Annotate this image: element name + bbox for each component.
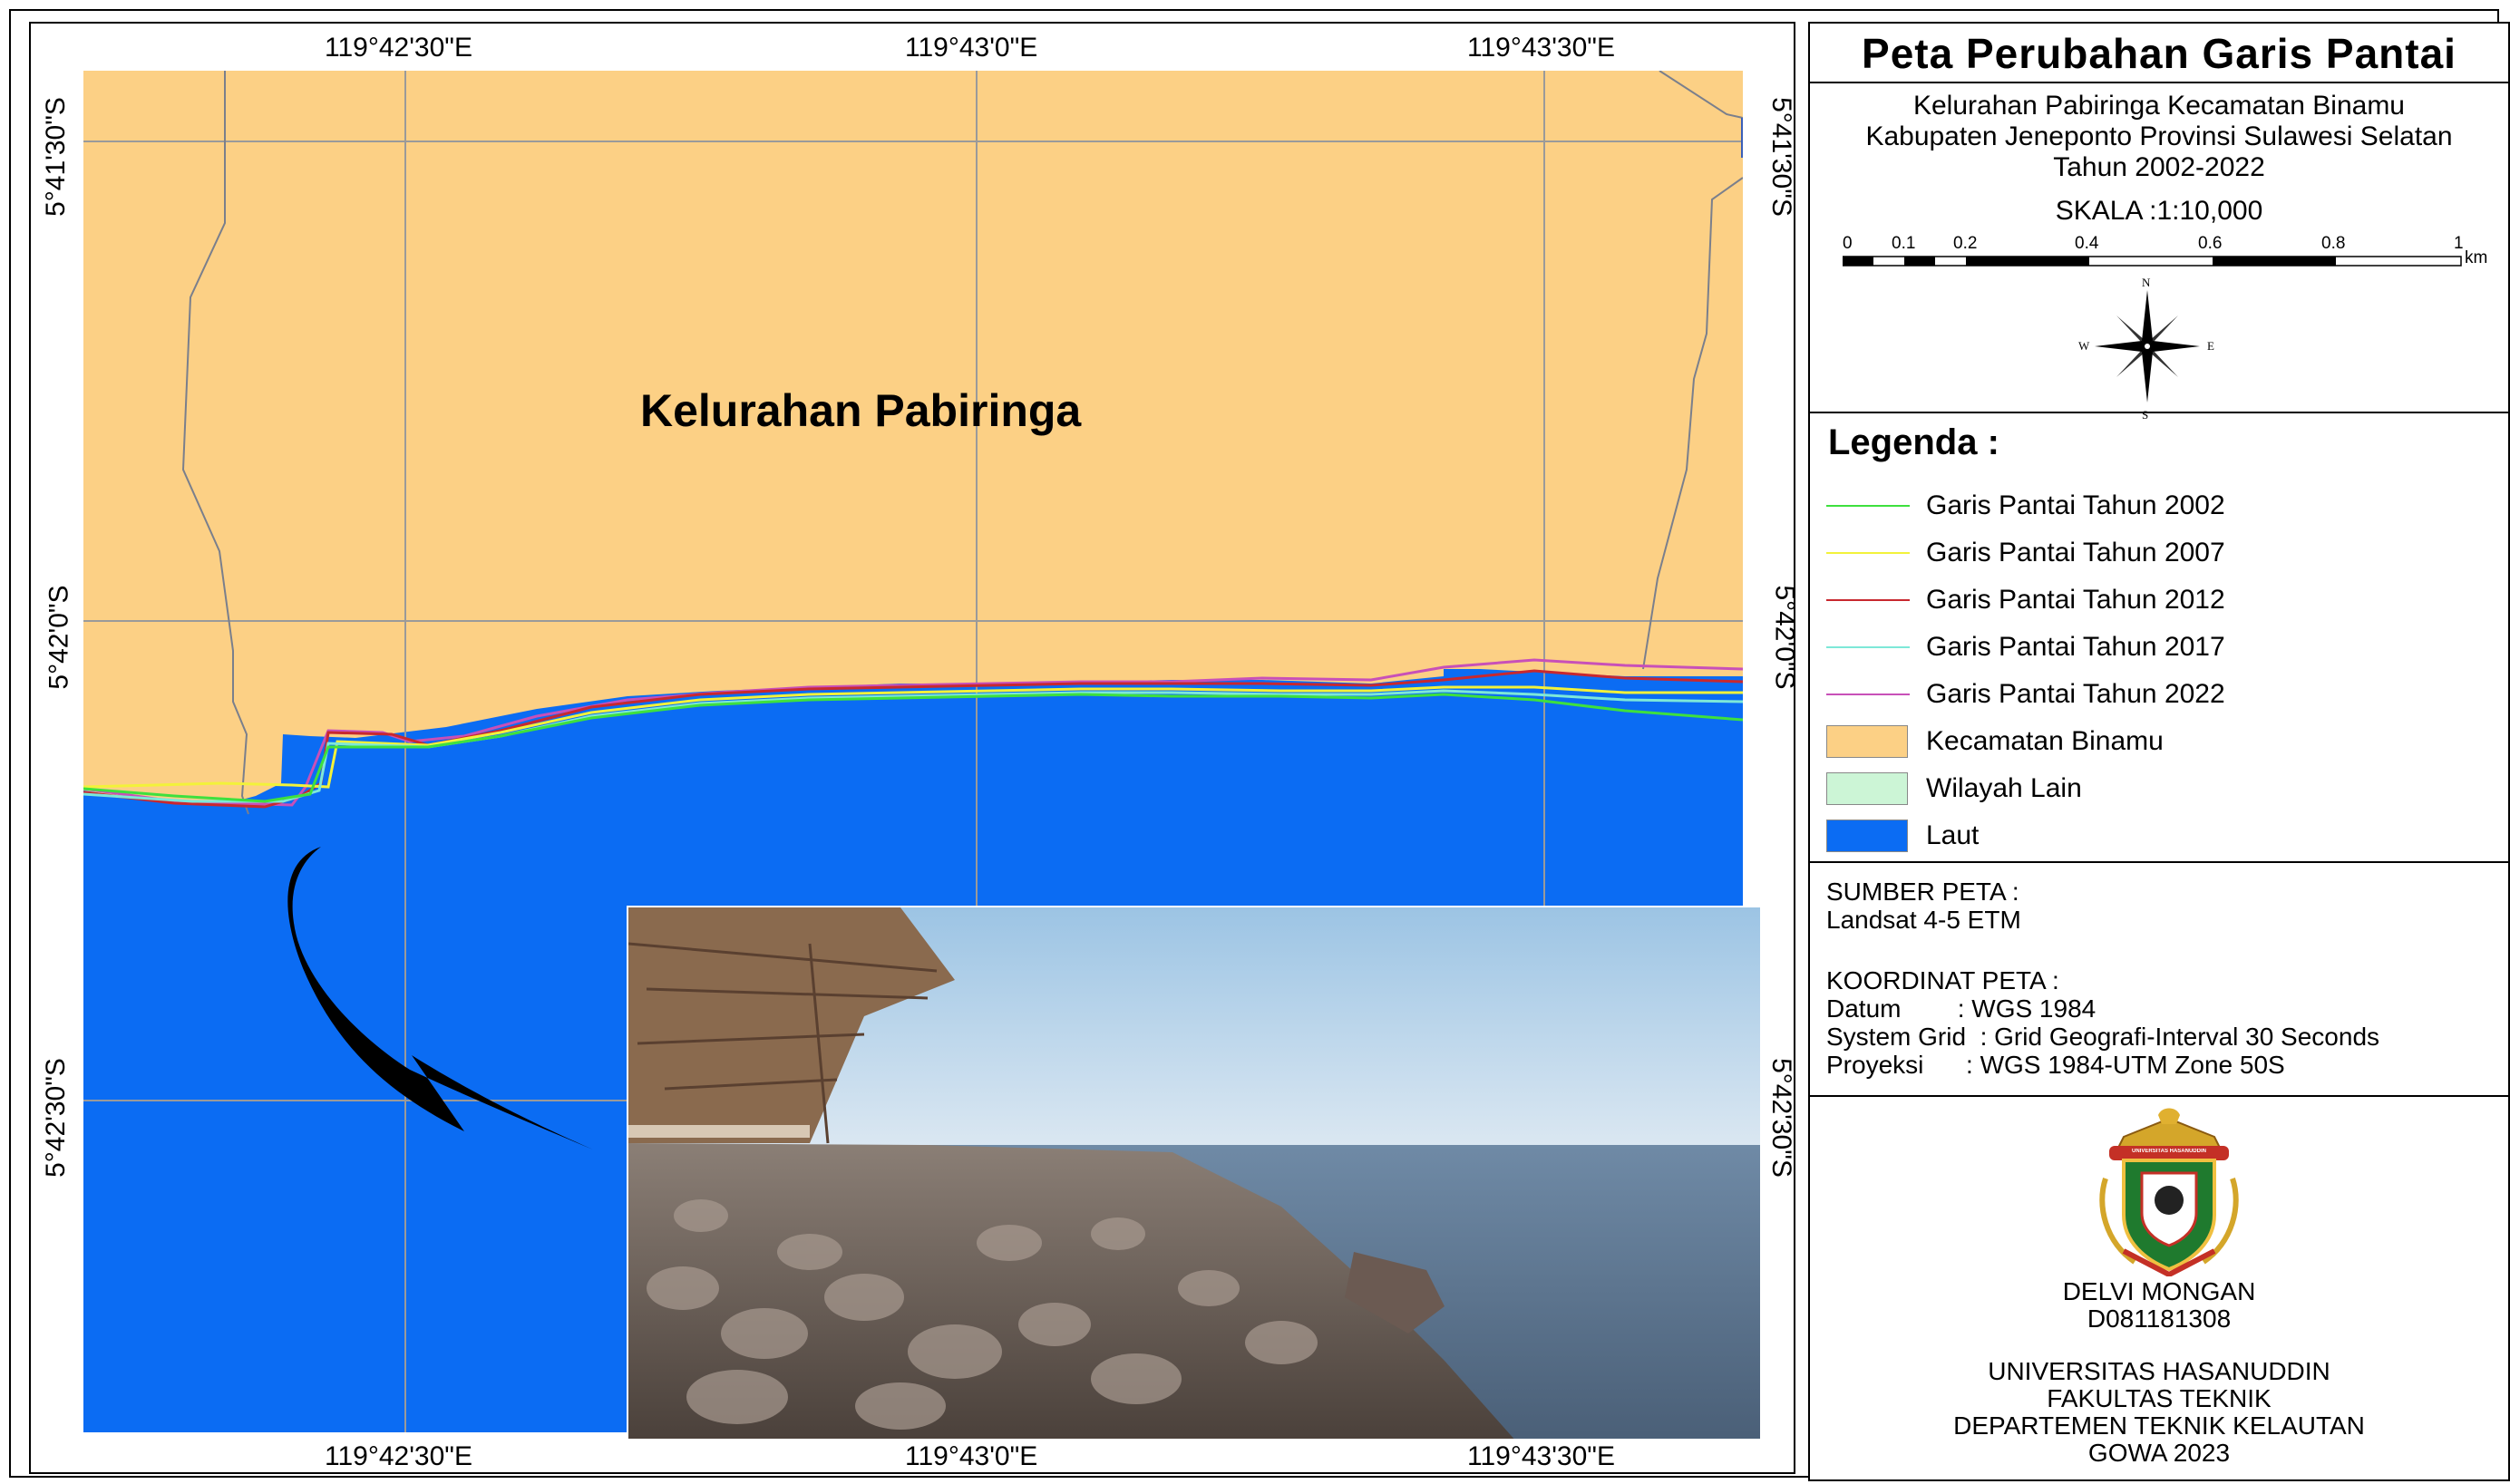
compass-e: E	[2207, 339, 2214, 353]
datum: Datum : WGS 1984	[1826, 994, 2097, 1023]
legend-swatch	[1826, 599, 1910, 601]
subtitle-line-1: Kelurahan Pabiringa Kecamatan Binamu	[1912, 91, 2405, 121]
north-arrow: N S W E	[2078, 276, 2214, 422]
top-coord-1: 119°42'30"E	[325, 33, 472, 63]
right-coord-3: 5°42'30"S	[1766, 1058, 1796, 1178]
scale-tick-1: 0.1	[1892, 234, 1916, 253]
university-logo	[2099, 1108, 2239, 1276]
institution-line-2: FAKULTAS TEKNIK	[2047, 1384, 2272, 1412]
separator	[1810, 82, 2508, 83]
legend-label: Garis Pantai Tahun 2022	[1926, 679, 2225, 709]
scale-bar: 0 0.1 0.2 0.4 0.6 0.8 1 km	[1810, 234, 2510, 288]
legend-item: Laut	[1826, 818, 1979, 854]
legend-item: Garis Pantai Tahun 2012	[1826, 582, 2225, 618]
legend-fill-symbol	[1826, 771, 1912, 807]
legend-swatch	[1826, 725, 1908, 758]
logo-text: UNIVERSITAS HASANUDDIN	[2132, 1149, 2206, 1154]
legend-item: Garis Pantai Tahun 2007	[1826, 535, 2225, 571]
legend-label: Garis Pantai Tahun 2002	[1926, 490, 2225, 520]
right-coord-1: 5°41'30"S	[1766, 97, 1796, 217]
legend-label: Garis Pantai Tahun 2017	[1926, 632, 2225, 662]
system-grid: System Grid : Grid Geografi-Interval 30 …	[1826, 1023, 2380, 1051]
separator	[1810, 1095, 2508, 1097]
legend-item: Kecamatan Binamu	[1826, 723, 2164, 760]
separator	[1810, 412, 2508, 413]
map-title: Peta Perubahan Garis Pantai	[1862, 30, 2456, 77]
legend-label: Wilayah Lain	[1926, 773, 2082, 803]
compass-n: N	[2142, 276, 2151, 289]
top-coord-3: 119°43'30"E	[1467, 33, 1615, 63]
bottom-coord-3: 119°43'30"E	[1467, 1441, 1615, 1471]
author-name: DELVI MONGAN	[2062, 1277, 2256, 1305]
legend-line-symbol	[1826, 488, 1912, 524]
legend-item: Garis Pantai Tahun 2022	[1826, 676, 2225, 713]
proyeksi: Proyeksi : WGS 1984-UTM Zone 50S	[1826, 1051, 2285, 1079]
legend-label: Garis Pantai Tahun 2012	[1926, 585, 2225, 615]
left-coord-3: 5°42'30"S	[40, 1058, 71, 1178]
legend-label: Garis Pantai Tahun 2007	[1926, 538, 2225, 567]
area-label: Kelurahan Pabiringa	[640, 385, 1082, 436]
coord-heading: KOORDINAT PETA :	[1826, 966, 2059, 994]
left-coord-1: 5°41'30"S	[40, 97, 71, 217]
photo-scene	[628, 907, 1760, 1439]
map-frame: 119°42'30"E 119°43'0"E 119°43'30"E 119°4…	[29, 22, 1800, 1474]
subtitle-line-3: Tahun 2002-2022	[2053, 152, 2265, 182]
legend-item: Garis Pantai Tahun 2002	[1826, 488, 2225, 524]
legend-item: Garis Pantai Tahun 2017	[1826, 629, 2225, 665]
legend-label: Kecamatan Binamu	[1926, 726, 2164, 756]
legend-title: Legenda :	[1828, 422, 1999, 462]
legend-swatch	[1826, 552, 1910, 554]
institution-line-4: GOWA 2023	[2087, 1439, 2231, 1467]
legend-swatch	[1826, 772, 1908, 805]
subtitle-line-2: Kabupaten Jeneponto Provinsi Sulawesi Se…	[1865, 121, 2453, 151]
legend-label: Laut	[1926, 820, 1980, 850]
photo-bench	[628, 1125, 810, 1138]
separator	[1810, 861, 2508, 863]
bottom-coord-1: 119°42'30"E	[325, 1441, 472, 1471]
scale-tick-4: 0.6	[2198, 234, 2223, 253]
legend-swatch	[1826, 694, 1910, 695]
scale-tick-3: 0.4	[2075, 234, 2099, 253]
scale-unit: km	[2465, 248, 2488, 267]
legend-fill-symbol	[1826, 723, 1912, 760]
legend-swatch	[1826, 505, 1910, 507]
scale-tick-6: 1	[2454, 234, 2464, 253]
bottom-coord-2: 119°43'0"E	[905, 1441, 1038, 1471]
institution-line-1: UNIVERSITAS HASANUDDIN	[1988, 1357, 2330, 1385]
legend-line-symbol	[1826, 676, 1912, 713]
legend-fill-symbol	[1826, 818, 1912, 854]
compass-w: W	[2078, 339, 2090, 353]
legend-swatch	[1826, 646, 1910, 648]
left-coord-2: 5°42'0"S	[44, 585, 74, 690]
legend-swatch	[1826, 820, 1908, 852]
scale-label: SKALA :1:10,000	[2055, 196, 2263, 226]
scale-tick-5: 0.8	[2321, 234, 2346, 253]
scale-bar-graphic	[1843, 256, 2462, 267]
scale-tick-0: 0	[1843, 234, 1853, 253]
compass-rose-icon	[2095, 290, 2200, 403]
map-info-panel: Peta Perubahan Garis Pantai Kelurahan Pa…	[1808, 22, 2510, 1481]
scale-tick-2: 0.2	[1953, 234, 1978, 253]
top-coord-2: 119°43'0"E	[905, 33, 1038, 63]
source-heading: SUMBER PETA :	[1826, 878, 2019, 906]
legend-item: Wilayah Lain	[1826, 771, 2082, 807]
right-coord-2: 5°42'0"S	[1769, 585, 1800, 690]
author-id: D081181308	[2087, 1305, 2232, 1333]
compass-s: S	[2142, 408, 2149, 422]
coastline-photo	[627, 906, 1762, 1440]
source-value: Landsat 4-5 ETM	[1826, 906, 2021, 934]
legend-line-symbol	[1826, 535, 1912, 571]
legend-line-symbol	[1826, 629, 1912, 665]
institution-line-3: DEPARTEMEN TEKNIK KELAUTAN	[1953, 1411, 2365, 1440]
legend-line-symbol	[1826, 582, 1912, 618]
